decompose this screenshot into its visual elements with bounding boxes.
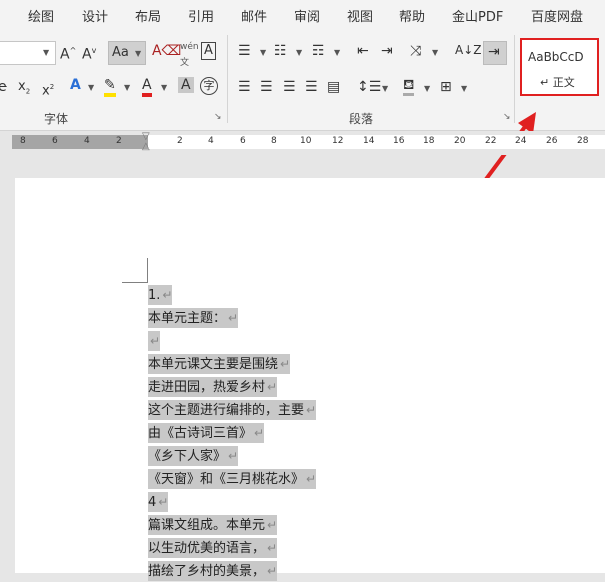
crop-mark — [147, 258, 148, 283]
document-paragraph[interactable]: 走进田园，热爱乡村 ↵ — [148, 377, 278, 397]
document-paragraph[interactable]: 由《古诗词三首》 ↵ — [148, 423, 265, 443]
ruler-number: 16 — [393, 136, 405, 146]
paragraph-text: 由《古诗词三首》 — [148, 426, 253, 441]
paragraph-mark-icon: ↵ — [254, 426, 265, 440]
paragraph-mark-icon: ↵ — [267, 564, 278, 578]
document-paragraph[interactable]: 本单元主题： ↵ — [148, 308, 239, 328]
document-paragraph[interactable]: 本单元课文主要是围绕 ↵ — [148, 354, 291, 374]
paragraph-text: 1. — [148, 288, 161, 303]
ruler-number: 2 — [177, 136, 183, 146]
paragraph-mark-icon: ↵ — [306, 403, 317, 417]
document-paragraph[interactable]: 1. ↵ — [148, 285, 173, 305]
paragraph-mark-icon: ↵ — [162, 288, 173, 302]
document-paragraph[interactable]: ↵ — [148, 331, 161, 351]
ruler-number: 14 — [363, 136, 375, 146]
ruler-number: 26 — [546, 136, 558, 146]
document-page[interactable] — [15, 178, 605, 573]
ruler-number: 4 — [208, 136, 214, 146]
paragraph-mark-icon: ↵ — [228, 311, 239, 325]
ruler-number: 4 — [84, 136, 90, 146]
paragraph-mark-icon: ↵ — [267, 541, 278, 555]
document-paragraph[interactable]: 篇课文组成。本单元 ↵ — [148, 515, 278, 535]
paragraph-text: 《天窗》和《三月桃花水》 — [148, 472, 305, 487]
ruler-left-margin — [12, 135, 148, 149]
ruler-number: 22 — [485, 136, 497, 146]
ruler-number: 2 — [116, 136, 122, 146]
paragraph-text: 以生动优美的语言， — [148, 541, 266, 556]
paragraph-text: 描绘了乡村的美景， — [148, 564, 266, 579]
paragraph-text: 走进田园，热爱乡村 — [148, 380, 266, 395]
paragraph-mark-icon: ↵ — [280, 357, 291, 371]
document-paragraph[interactable]: 这个主题进行编排的，主要 ↵ — [148, 400, 317, 420]
document-paragraph[interactable]: 描绘了乡村的美景， ↵ — [148, 561, 278, 581]
horizontal-ruler[interactable]: 8 6 4 2 2 4 6 8 10 12 14 16 18 20 22 24 26 28 ▽ △ — [0, 131, 605, 155]
paragraph-text: 4 — [148, 495, 157, 510]
paragraph-mark-icon: ↵ — [228, 449, 239, 463]
paragraph-mark-icon: ↵ — [267, 380, 278, 394]
document-paragraph[interactable]: 《乡下人家》 ↵ — [148, 446, 239, 466]
ruler-number: 6 — [240, 136, 246, 146]
paragraph-text: 本单元主题： — [148, 311, 227, 326]
ruler-number: 24 — [515, 136, 527, 146]
paragraph-text: 这个主题进行编排的，主要 — [148, 403, 305, 418]
paragraph-text: 《乡下人家》 — [148, 449, 227, 464]
document-paragraph[interactable]: 以生动优美的语言， ↵ — [148, 538, 278, 558]
ruler-number: 8 — [20, 136, 26, 146]
ruler-number: 18 — [423, 136, 435, 146]
ruler-number: 10 — [300, 136, 312, 146]
crop-mark — [122, 282, 148, 283]
document-paragraph[interactable]: 《天窗》和《三月桃花水》 ↵ — [148, 469, 317, 489]
document-paragraph[interactable]: 4 ↵ — [148, 492, 169, 512]
ruler-number: 28 — [577, 136, 589, 146]
paragraph-mark-icon: ↵ — [306, 472, 317, 486]
paragraph-text: 篇课文组成。本单元 — [148, 518, 266, 533]
ruler-number: 12 — [332, 136, 344, 146]
paragraph-mark-icon: ↵ — [158, 495, 169, 509]
ruler-number: 6 — [52, 136, 58, 146]
hanging-indent-marker[interactable]: △ — [142, 141, 150, 152]
paragraph-mark-icon: ↵ — [267, 518, 278, 532]
paragraph-mark-icon: ↵ — [150, 334, 161, 348]
paragraph-text: 本单元课文主要是围绕 — [148, 357, 279, 372]
ruler-number: 20 — [454, 136, 466, 146]
ruler-number: 8 — [271, 136, 277, 146]
